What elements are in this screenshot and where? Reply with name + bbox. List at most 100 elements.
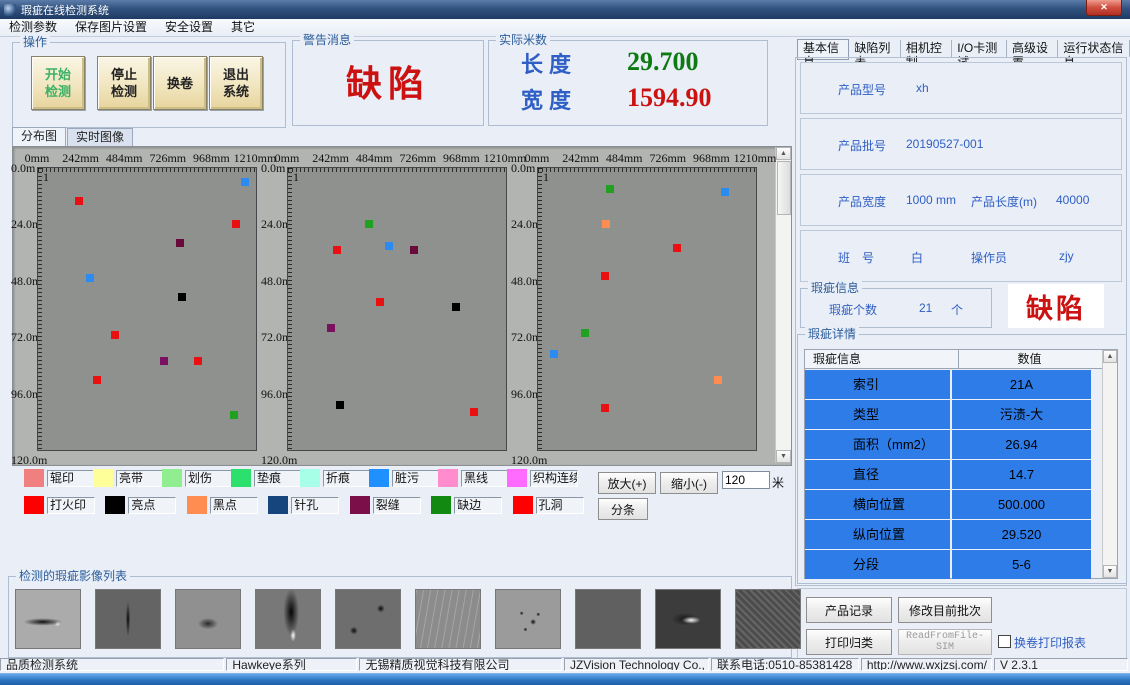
windows-taskbar[interactable] bbox=[0, 673, 1130, 685]
menu-item[interactable]: 安全设置 bbox=[156, 19, 222, 36]
defect-point[interactable] bbox=[470, 408, 478, 416]
defect-point[interactable] bbox=[327, 324, 335, 332]
tab-相机控制[interactable]: 相机控制 bbox=[901, 40, 952, 57]
table-row[interactable]: 横向位置500.000 bbox=[805, 490, 1117, 519]
defect-thumbnail[interactable] bbox=[255, 589, 321, 649]
defect-point[interactable] bbox=[230, 411, 238, 419]
product-record-button[interactable]: 产品记录 bbox=[806, 597, 892, 623]
table-row[interactable]: 索引21A bbox=[805, 370, 1117, 399]
legend-item: 垫痕 bbox=[231, 468, 300, 488]
defect-count-unit: 个 bbox=[951, 301, 963, 318]
chart-vertical-scrollbar[interactable]: ▲ ▼ bbox=[775, 147, 791, 463]
scroll-up-icon[interactable]: ▲ bbox=[1103, 350, 1117, 363]
defect-point[interactable] bbox=[410, 246, 418, 254]
defect-point[interactable] bbox=[602, 220, 610, 228]
tab-运行状态信息[interactable]: 运行状态信息 bbox=[1058, 40, 1130, 57]
y-axis-tick-label: 120.0m bbox=[261, 453, 297, 468]
op-button-change-roll[interactable]: 换卷 bbox=[153, 56, 207, 110]
zoom-in-button[interactable]: 放大(+) bbox=[598, 472, 656, 494]
warning-group-label: 警告消息 bbox=[300, 33, 354, 47]
defect-point[interactable] bbox=[194, 357, 202, 365]
tab-缺陷列表[interactable]: 缺陷列表 bbox=[849, 40, 900, 57]
legend-item: 黑点 bbox=[187, 495, 268, 515]
defect-thumbnail[interactable] bbox=[175, 589, 241, 649]
defect-point[interactable] bbox=[581, 329, 589, 337]
op-button-stop[interactable]: 停止 检测 bbox=[97, 56, 151, 110]
close-button[interactable]: ✕ bbox=[1086, 0, 1122, 16]
x-axis-tick-label: 1210mm bbox=[734, 151, 777, 166]
defect-point[interactable] bbox=[232, 220, 240, 228]
defect-point[interactable] bbox=[336, 401, 344, 409]
defect-point[interactable] bbox=[75, 197, 83, 205]
x-axis-tick-label: 242mm bbox=[62, 151, 99, 166]
defect-thumbnail[interactable] bbox=[415, 589, 481, 649]
table-row[interactable]: 面积（mm2）26.94 bbox=[805, 430, 1117, 459]
defect-point[interactable] bbox=[365, 220, 373, 228]
print-report-checkbox[interactable] bbox=[998, 635, 1011, 648]
defect-point[interactable] bbox=[178, 293, 186, 301]
defect-thumbnail[interactable] bbox=[735, 589, 801, 649]
defect-point[interactable] bbox=[601, 272, 609, 280]
defect-point[interactable] bbox=[93, 376, 101, 384]
scatter-plot[interactable]: 1 bbox=[537, 167, 757, 451]
defect-point[interactable] bbox=[376, 298, 384, 306]
scatter-plot[interactable]: 1 bbox=[287, 167, 507, 451]
scroll-down-icon[interactable]: ▼ bbox=[1103, 565, 1117, 578]
menu-item[interactable]: 检测参数 bbox=[0, 19, 66, 36]
width-label: 宽度 bbox=[521, 83, 577, 115]
product-model-row: 产品型号 xh bbox=[800, 62, 1122, 114]
range-input[interactable] bbox=[722, 471, 770, 489]
defect-thumbnail[interactable] bbox=[495, 589, 561, 649]
split-button[interactable]: 分条 bbox=[598, 498, 648, 520]
y-axis-tick-label: 0.0m bbox=[11, 161, 35, 176]
defect-point[interactable] bbox=[385, 242, 393, 250]
tab-I/O卡测试[interactable]: I/O卡测试 bbox=[952, 40, 1007, 57]
scroll-down-icon[interactable]: ▼ bbox=[776, 450, 791, 463]
menu-item[interactable]: 其它 bbox=[222, 19, 264, 36]
scrollbar-thumb[interactable] bbox=[777, 161, 791, 215]
tab-实时图像[interactable]: 实时图像 bbox=[67, 128, 133, 147]
table-row[interactable]: 直径14.7 bbox=[805, 460, 1117, 489]
zoom-out-button[interactable]: 缩小(-) bbox=[660, 472, 718, 494]
legend-item: 辊印 bbox=[24, 468, 93, 488]
shift-value: 白 bbox=[911, 249, 923, 266]
defect-thumbnail[interactable] bbox=[575, 589, 641, 649]
y-axis-ticks bbox=[288, 168, 292, 450]
scroll-up-icon[interactable]: ▲ bbox=[776, 147, 791, 160]
legend-item: 划伤 bbox=[162, 468, 231, 488]
print-sort-button[interactable]: 打印归类 bbox=[806, 629, 892, 655]
defect-point[interactable] bbox=[714, 376, 722, 384]
defect-thumbnail[interactable] bbox=[15, 589, 81, 649]
defect-point[interactable] bbox=[333, 246, 341, 254]
y-axis-tick-label: 120.0m bbox=[11, 453, 47, 468]
defect-point[interactable] bbox=[550, 350, 558, 358]
defect-point[interactable] bbox=[111, 331, 119, 339]
defect-point[interactable] bbox=[86, 274, 94, 282]
defect-point[interactable] bbox=[176, 239, 184, 247]
legend-label: 脏污 bbox=[392, 470, 440, 487]
tab-分布图[interactable]: 分布图 bbox=[12, 127, 66, 148]
defect-thumbnail[interactable] bbox=[335, 589, 401, 649]
table-vertical-scrollbar[interactable]: ▲▼ bbox=[1102, 350, 1117, 578]
defect-point[interactable] bbox=[241, 178, 249, 186]
scatter-plot[interactable]: 1 bbox=[37, 167, 257, 451]
defect-point[interactable] bbox=[721, 188, 729, 196]
defect-point[interactable] bbox=[673, 244, 681, 252]
table-row[interactable]: 纵向位置29.520 bbox=[805, 520, 1117, 549]
defect-thumbnail[interactable] bbox=[95, 589, 161, 649]
defect-point[interactable] bbox=[452, 303, 460, 311]
op-button-start[interactable]: 开始 检测 bbox=[31, 56, 85, 110]
defect-point[interactable] bbox=[606, 185, 614, 193]
defect-point[interactable] bbox=[160, 357, 168, 365]
modify-batch-button[interactable]: 修改目前批次 bbox=[898, 597, 992, 623]
product-batch-label: 产品批号 bbox=[838, 137, 886, 154]
x-axis-ticks bbox=[38, 168, 256, 172]
tab-高级设置[interactable]: 高级设置 bbox=[1007, 40, 1058, 57]
table-row[interactable]: 分段5-6 bbox=[805, 550, 1117, 579]
table-row[interactable]: 类型污渍-大 bbox=[805, 400, 1117, 429]
product-size-row: 产品宽度 1000 mm 产品长度(m) 40000 bbox=[800, 174, 1122, 226]
menu-item[interactable]: 保存图片设置 bbox=[66, 19, 156, 36]
op-button-exit[interactable]: 退出 系统 bbox=[209, 56, 263, 110]
defect-point[interactable] bbox=[601, 404, 609, 412]
defect-thumbnail[interactable] bbox=[655, 589, 721, 649]
